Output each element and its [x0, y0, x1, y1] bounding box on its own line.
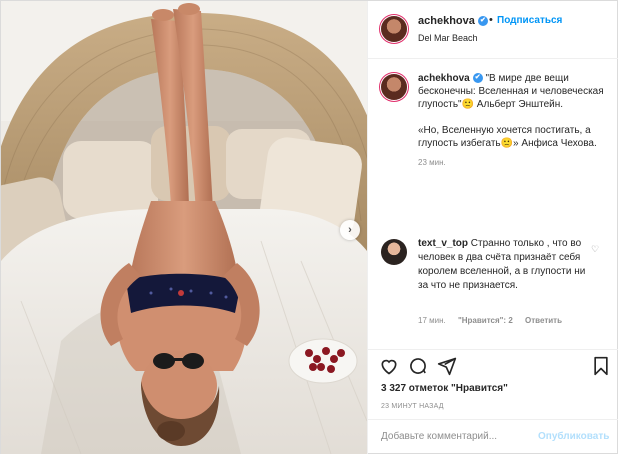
author-avatar[interactable] [381, 16, 407, 42]
commenter-username[interactable]: text_v_top [418, 238, 468, 249]
caption-author-text[interactable]: achekhova [418, 73, 470, 84]
likes-count[interactable]: 3 327 отметок "Нравится" [381, 383, 508, 394]
bookmark-icon[interactable] [592, 356, 610, 379]
caption-time[interactable]: 23 мин. [418, 156, 608, 169]
publish-button[interactable]: Опубликовать [538, 431, 609, 442]
post-sidebar: achekhova ✔ • Подписаться Del Mar Beach a… [367, 1, 618, 454]
comment-meta: 17 мин. "Нравится": 2 Ответить [418, 316, 572, 325]
separator-dot: • [489, 14, 493, 26]
post-header: achekhova ✔ • Подписаться Del Mar Beach [368, 1, 618, 59]
post-caption: achekhova ✔ "В мире две вещи бесконечны: … [418, 72, 608, 169]
follow-button[interactable]: Подписаться [497, 15, 562, 26]
photo-illustration [1, 1, 367, 454]
caption-quote-2: «Но, Вселенную хочется постигать, а глуп… [418, 125, 597, 149]
commenter-avatar[interactable] [381, 239, 407, 265]
comments-section[interactable]: achekhova ✔ "В мире две вещи бесконечны: … [368, 59, 618, 349]
comment-icon[interactable] [408, 356, 428, 379]
comment-time[interactable]: 17 мин. [418, 316, 446, 325]
caption-author-avatar[interactable] [381, 74, 407, 100]
heart-icon[interactable] [379, 356, 399, 379]
caption-first-paragraph: achekhova ✔ "В мире две вещи бесконечны: … [418, 72, 608, 111]
post-location[interactable]: Del Mar Beach [418, 33, 478, 43]
verified-badge-icon: ✔ [477, 16, 488, 27]
post-photo[interactable]: › [1, 1, 367, 454]
next-photo-button[interactable]: › [340, 220, 360, 240]
comment-input[interactable] [379, 430, 533, 443]
author-username-text[interactable]: achekhova [418, 15, 475, 27]
author-username[interactable]: achekhova ✔ [418, 15, 488, 27]
comment-item: text_v_top Странно только , что во челов… [418, 237, 586, 293]
caption-author-username[interactable]: achekhova ✔ [418, 73, 483, 84]
reply-button[interactable]: Ответить [525, 316, 562, 325]
like-comment-heart-icon[interactable]: ♡ [591, 244, 599, 255]
comment-likes[interactable]: "Нравится": 2 [458, 316, 513, 325]
share-icon[interactable] [437, 356, 457, 379]
post-actions: 3 327 отметок "Нравится" 23 МИНУТ НАЗАД [368, 349, 618, 419]
verified-badge-icon: ✔ [472, 73, 483, 84]
chevron-right-icon: › [348, 224, 352, 236]
add-comment-bar: Опубликовать [368, 419, 618, 454]
posted-time[interactable]: 23 МИНУТ НАЗАД [381, 403, 444, 410]
